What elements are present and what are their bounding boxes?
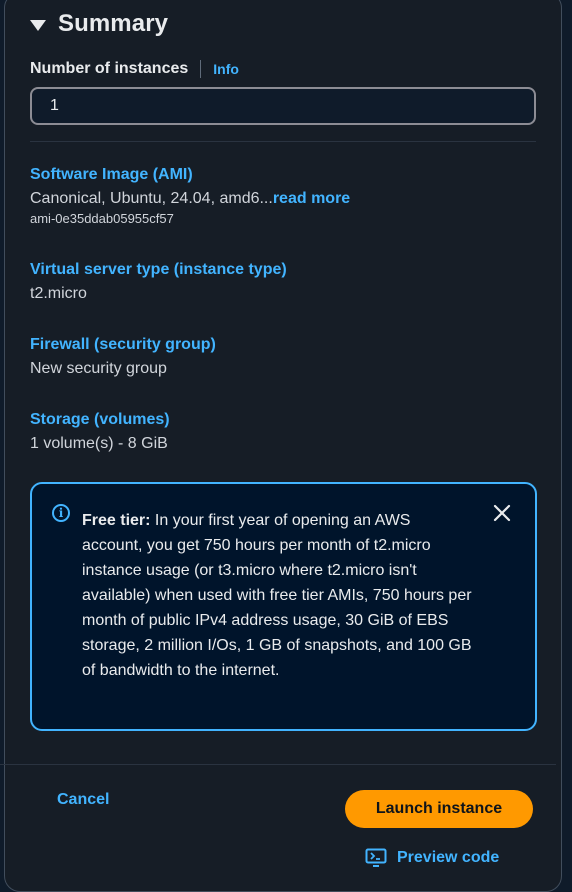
caret-down-icon[interactable] bbox=[30, 19, 46, 31]
storage-title-link[interactable]: Storage (volumes) bbox=[30, 410, 170, 430]
free-tier-alert: i Free tier: In your first year of openi… bbox=[30, 482, 537, 731]
free-tier-body: In your first year of opening an AWS acc… bbox=[82, 512, 472, 679]
ami-value: Canonical, Ubuntu, 24.04, amd6...read mo… bbox=[30, 188, 350, 210]
instance-type-title-link[interactable]: Virtual server type (instance type) bbox=[30, 260, 287, 280]
launch-instance-button[interactable]: Launch instance bbox=[345, 790, 533, 828]
label-separator bbox=[200, 60, 202, 78]
instance-type-value: t2.micro bbox=[30, 285, 87, 302]
firewall-section: Firewall (security group) New security g… bbox=[30, 335, 216, 380]
firewall-title-link[interactable]: Firewall (security group) bbox=[30, 335, 216, 355]
number-of-instances-input[interactable] bbox=[30, 87, 536, 125]
storage-value: 1 volume(s) - 8 GiB bbox=[30, 435, 168, 452]
code-preview-icon bbox=[365, 848, 387, 867]
ami-section: Software Image (AMI) Canonical, Ubuntu, … bbox=[30, 165, 350, 228]
firewall-value: New security group bbox=[30, 360, 167, 377]
ami-value-text: Canonical, Ubuntu, 24.04, amd6... bbox=[30, 190, 273, 207]
divider bbox=[30, 141, 536, 142]
preview-code-button[interactable]: Preview code bbox=[365, 848, 499, 868]
read-more-link[interactable]: read more bbox=[273, 190, 350, 207]
free-tier-alert-text: Free tier: In your first year of opening… bbox=[82, 508, 472, 683]
instances-label: Number of instances bbox=[30, 60, 189, 77]
ami-title-link[interactable]: Software Image (AMI) bbox=[30, 165, 350, 185]
summary-title: Summary bbox=[58, 10, 169, 37]
info-link[interactable]: Info bbox=[213, 61, 239, 77]
close-icon[interactable] bbox=[491, 502, 513, 524]
free-tier-heading: Free tier: bbox=[82, 512, 151, 529]
ami-id: ami-0e35ddab05955cf57 bbox=[30, 211, 174, 226]
info-icon: i bbox=[52, 504, 70, 522]
cancel-button[interactable]: Cancel bbox=[57, 791, 109, 809]
instance-type-section: Virtual server type (instance type) t2.m… bbox=[30, 260, 287, 305]
preview-code-label: Preview code bbox=[397, 849, 500, 866]
footer-divider bbox=[0, 764, 556, 765]
summary-header[interactable]: Summary bbox=[30, 10, 168, 38]
storage-section: Storage (volumes) 1 volume(s) - 8 GiB bbox=[30, 410, 170, 455]
instances-label-row: Number of instances Info bbox=[30, 60, 239, 78]
